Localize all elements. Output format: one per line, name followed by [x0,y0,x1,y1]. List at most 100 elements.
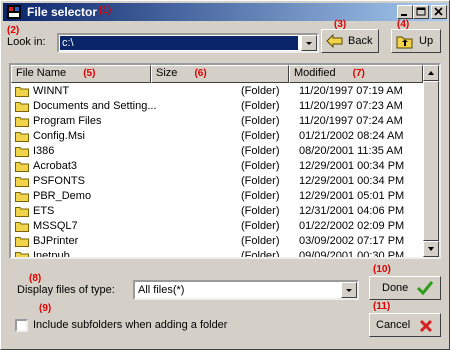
file-modified: 12/29/2001 00:34 PM [299,160,405,172]
file-size: (Folder) [241,190,280,202]
file-size: (Folder) [241,145,280,157]
table-row[interactable]: Program Files (Folder) 11/20/1997 07:24 … [11,114,423,129]
cancel-label: Cancel [376,319,411,331]
table-row[interactable]: Documents and Setting... (Folder) 11/20/… [11,99,423,114]
file-size: (Folder) [241,175,280,187]
lookin-dropdown-button[interactable] [301,35,317,51]
include-subfolders-label: Include subfolders when adding a folder [33,319,228,331]
table-row[interactable]: PSFONTS (Folder) 12/29/2001 00:34 PM [11,174,423,189]
app-icon [7,5,21,19]
up-label: Up [419,35,434,47]
up-folder-icon [396,36,413,49]
done-button[interactable]: Done [369,276,441,300]
table-row[interactable]: I386 (Folder) 08/20/2001 11:35 AM [11,144,423,159]
lookin-value: c:\ [60,36,298,50]
lookin-label: Look in: [7,36,46,48]
column-header-size[interactable]: Size (6) [151,65,289,83]
annotation-11: (11) [373,301,391,312]
table-row[interactable]: ETS (Folder) 12/31/2001 04:06 PM [11,204,423,219]
maximize-button[interactable] [413,5,429,19]
file-size: (Folder) [241,130,280,142]
include-subfolders-checkbox[interactable] [15,319,28,332]
column-name-label: File Name [16,67,67,79]
file-modified: 12/31/2001 04:06 PM [299,205,405,217]
folder-icon [15,177,29,187]
folder-icon [15,87,29,97]
column-header-name[interactable]: File Name (5) [11,65,151,83]
annotation-10: (10) [373,264,391,275]
chevron-up-icon [428,71,434,75]
file-list[interactable]: File Name (5) Size (6) Modified (7) WINN… [9,63,441,259]
file-size: (Folder) [241,85,280,97]
folder-icon [15,162,29,172]
list-header: File Name (5) Size (6) Modified (7) [11,65,423,83]
done-label: Done [382,282,409,294]
folder-icon [15,132,29,142]
column-size-label: Size [156,67,178,79]
file-modified: 03/09/2002 07:17 PM [299,235,405,247]
table-row[interactable]: MSSQL7 (Folder) 01/22/2002 02:09 PM [11,219,423,234]
up-button[interactable]: Up [391,29,441,53]
table-row[interactable]: BJPrinter (Folder) 03/09/2002 07:17 PM [11,234,423,249]
filetype-combobox[interactable]: All files(*) [133,280,359,300]
minimize-icon [401,14,407,16]
checkmark-icon [416,281,434,296]
minimize-button[interactable] [397,5,413,19]
file-selector-window: File selector (1) (2) Look in: c:\ (3) B… [0,0,450,350]
file-modified: 12/29/2001 00:34 PM [299,175,405,187]
file-size: (Folder) [241,160,280,172]
cancel-button[interactable]: Cancel [369,313,441,337]
scroll-up-button[interactable] [423,65,439,81]
chevron-down-icon [428,247,434,251]
file-modified: 11/20/1997 07:19 AM [299,85,403,97]
folder-icon [15,252,29,257]
file-modified: 09/09/2001 00:30 PM [299,250,405,259]
annotation-7: (7) [352,68,365,79]
close-button[interactable] [431,5,447,19]
file-modified: 01/21/2002 08:24 AM [299,130,404,142]
table-row[interactable]: PBR_Demo (Folder) 12/29/2001 05:01 PM [11,189,423,204]
file-size: (Folder) [241,235,280,247]
file-modified: 12/29/2001 05:01 PM [299,190,405,202]
back-button[interactable]: Back [321,29,379,53]
folder-icon [15,117,29,127]
table-row[interactable]: Inetpub (Folder) 09/09/2001 00:30 PM [11,249,423,259]
scroll-down-button[interactable] [423,241,439,257]
file-name: Acrobat3 [33,160,78,172]
close-icon [434,7,443,16]
file-name: PSFONTS [33,175,85,187]
scroll-thumb[interactable] [423,81,439,241]
back-label: Back [348,35,373,47]
title-bar[interactable]: File selector (1) [3,3,447,21]
window-title: File selector [27,5,98,19]
folder-icon [15,207,29,217]
filetype-label: Display files of type: [17,284,115,296]
file-name: ETS [33,205,55,217]
table-row[interactable]: Acrobat3 (Folder) 12/29/2001 00:34 PM [11,159,423,174]
vertical-scrollbar[interactable] [423,65,439,257]
file-name: BJPrinter [33,235,79,247]
back-arrow-icon [326,34,343,48]
table-row[interactable]: WINNT (Folder) 11/20/1997 07:19 AM [11,84,423,99]
column-modified-label: Modified [294,67,336,79]
file-modified: 08/20/2001 11:35 AM [299,145,403,157]
annotation-5: (5) [83,68,96,79]
file-size: (Folder) [241,220,280,232]
file-name: I386 [33,145,55,157]
folder-icon [15,237,29,247]
file-modified: 11/20/1997 07:24 AM [299,115,403,127]
chevron-down-icon [306,42,312,45]
folder-icon [15,102,29,112]
table-row[interactable]: Config.Msi (Folder) 01/21/2002 08:24 AM [11,129,423,144]
column-header-modified[interactable]: Modified (7) [289,65,423,83]
filetype-dropdown-button[interactable] [341,282,357,298]
file-name: WINNT [33,85,70,97]
annotation-2: (2) [7,25,20,36]
annotation-6: (6) [194,68,207,79]
file-modified: 11/20/1997 07:23 AM [299,100,403,112]
file-modified: 01/22/2002 02:09 PM [299,220,405,232]
file-name: Program Files [33,115,102,127]
lookin-combobox[interactable]: c:\ [57,33,319,53]
file-size: (Folder) [241,100,280,112]
chevron-down-icon [346,289,352,292]
